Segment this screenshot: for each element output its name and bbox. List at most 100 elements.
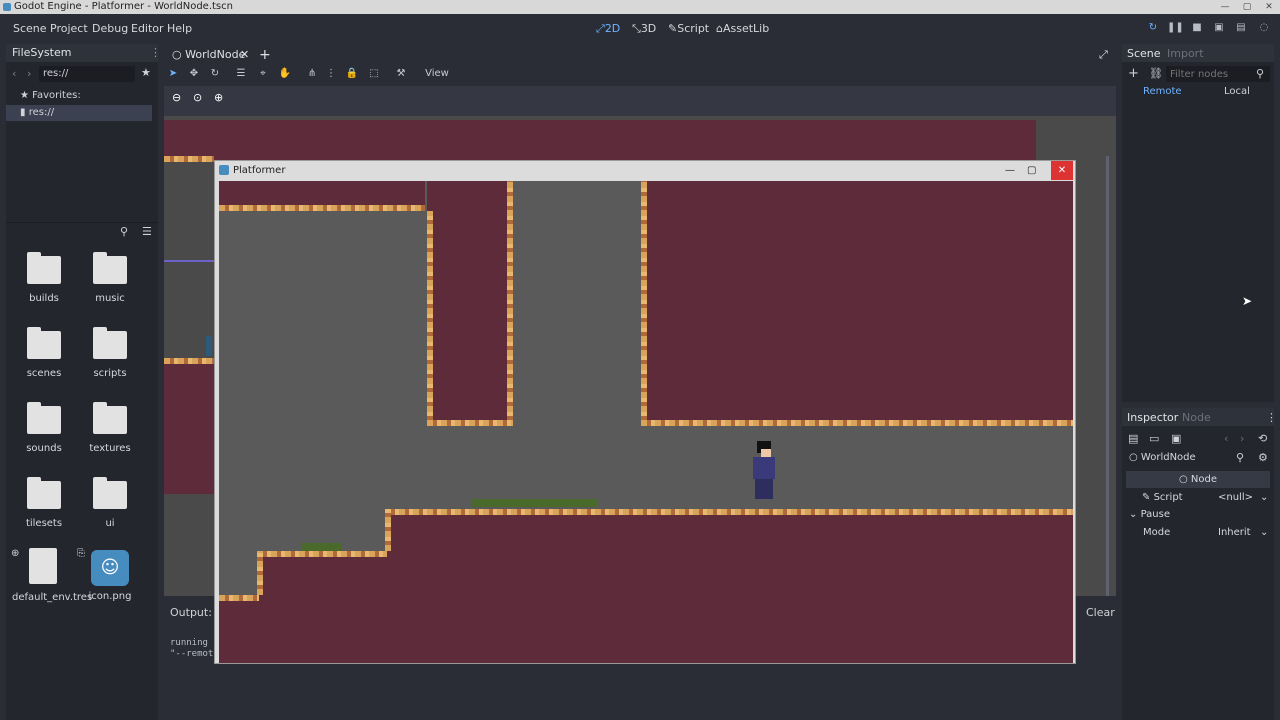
file-search-input[interactable] [8, 225, 118, 241]
folder-icon [27, 327, 61, 359]
tab-import[interactable]: Import [1167, 47, 1204, 60]
rotate-tool-icon[interactable]: ↻ [208, 68, 222, 80]
folder-icon [93, 327, 127, 359]
workspace-script[interactable]: ✎Script [668, 22, 709, 35]
workspace-assetlib[interactable]: ⌂AssetLib [716, 22, 769, 35]
filesystem-tab[interactable]: FileSystem [6, 44, 158, 62]
stop-icon[interactable]: ■ [1189, 22, 1205, 36]
history-forward-icon[interactable]: › [1240, 432, 1244, 445]
mode-select[interactable]: Inherit [1218, 524, 1251, 541]
pause-section[interactable]: ⌄ Pause [1129, 506, 1170, 523]
res-root-item[interactable]: ▮ res:// [6, 105, 152, 121]
dock-menu-icon[interactable]: ⋮ [150, 46, 161, 59]
close-icon[interactable]: ✕ [1051, 161, 1073, 180]
chevron-down-icon[interactable]: ⌄ [1260, 489, 1268, 506]
play-custom-icon[interactable]: ▤ [1233, 22, 1249, 36]
tile-block [219, 595, 259, 663]
node-name: ○ WorldNode [1129, 452, 1196, 463]
view-menu[interactable]: View [422, 68, 452, 80]
tile-edge [257, 551, 387, 557]
open-folder-icon[interactable]: ▭ [1149, 432, 1159, 445]
globe-icon: ⊕ [11, 548, 20, 559]
section-node[interactable]: ○ Node [1126, 471, 1270, 488]
tile-block [385, 509, 1073, 663]
menu-project[interactable]: Project [50, 22, 88, 35]
history-back-icon[interactable]: ‹ [1224, 432, 1228, 445]
play-scene-icon[interactable]: ▣ [1211, 22, 1227, 36]
search-icon[interactable]: ⚲ [120, 225, 128, 238]
scene-tab-worldnode[interactable]: ○ WorldNode [172, 46, 245, 64]
settings-icon[interactable]: ⚙ [1258, 451, 1268, 464]
add-node-icon[interactable]: + [1128, 66, 1139, 81]
menu-help[interactable]: Help [167, 22, 192, 35]
filter-nodes-input[interactable] [1166, 66, 1270, 82]
game-canvas[interactable] [219, 181, 1073, 663]
list-view-icon[interactable]: ☰ [142, 225, 152, 238]
tab-node[interactable]: Node [1182, 411, 1211, 424]
pivot-icon[interactable]: ⌖ [256, 68, 270, 80]
maximize-icon[interactable]: ▢ [1236, 0, 1258, 14]
minimize-icon[interactable]: — [1005, 161, 1015, 180]
menu-scene[interactable]: Scene [13, 22, 47, 35]
snap-icon[interactable]: ⋔ [305, 68, 319, 80]
search-icon[interactable]: ⚲ [1236, 451, 1244, 464]
script-icon: ✎ [668, 22, 678, 35]
vertical-scrollbar[interactable] [1106, 156, 1109, 596]
zoom-reset-icon[interactable]: ⊙ [193, 91, 202, 104]
chevron-down-icon[interactable]: ⌄ [1260, 524, 1268, 541]
script-value[interactable]: <null> [1218, 489, 1253, 506]
path-field[interactable]: res:// [39, 66, 135, 82]
output-label: Output: [170, 606, 212, 619]
remote-tab[interactable]: Remote [1143, 86, 1182, 97]
folder-icon [93, 477, 127, 509]
local-tab[interactable]: Local [1224, 86, 1250, 97]
dock-menu-icon[interactable]: ⋮ [1266, 411, 1277, 424]
snap-options-icon[interactable]: ⋮ [324, 68, 338, 80]
mouse-cursor-icon: ➤ [1242, 294, 1253, 308]
game-window-titlebar: Platformer — ▢ ✕ [215, 161, 1075, 180]
tab-inspector[interactable]: Inspector [1127, 411, 1178, 424]
tile-edge [507, 181, 513, 426]
zoom-out-icon[interactable]: ⊖ [172, 91, 181, 104]
background-tiles [164, 120, 1036, 160]
move-tool-icon[interactable]: ✥ [187, 68, 201, 80]
back-icon[interactable]: ‹ [12, 67, 16, 80]
chevron-down-icon: ⌄ [1129, 509, 1138, 520]
link-icon[interactable]: ⛓ [1149, 67, 1163, 80]
grass-patch [471, 499, 597, 507]
tab-scene[interactable]: Scene [1127, 47, 1161, 60]
close-icon[interactable]: ✕ [1258, 0, 1280, 14]
favorites-item[interactable]: ★ Favorites: [6, 88, 152, 104]
pan-tool-icon[interactable]: ✋ [278, 68, 292, 80]
game-window[interactable]: Platformer — ▢ ✕ [214, 160, 1076, 664]
reload-icon[interactable]: ↻ [1145, 22, 1161, 36]
save-icon[interactable]: ▣ [1171, 432, 1181, 445]
fullscreen-icon[interactable]: ⤢ [1099, 46, 1108, 64]
menu-debug[interactable]: Debug [92, 22, 128, 35]
new-resource-icon[interactable]: ▤ [1128, 432, 1138, 445]
scene-dock: Scene Import + ⛓ ⚲ Remote Local [1122, 44, 1274, 402]
workspace-2d[interactable]: ⤢2D [596, 22, 620, 36]
player-body [753, 457, 775, 479]
add-tab-icon[interactable]: + [259, 46, 271, 64]
favorite-star-icon[interactable]: ★ [141, 66, 151, 79]
pause-icon[interactable]: ❚❚ [1167, 22, 1184, 36]
grass-patch [301, 543, 341, 551]
list-select-icon[interactable]: ☰ [234, 68, 248, 80]
clear-button[interactable]: Clear [1086, 606, 1115, 619]
group-icon[interactable]: ⬚ [367, 68, 381, 80]
minimize-icon[interactable]: — [1214, 0, 1236, 14]
maximize-icon[interactable]: ▢ [1027, 161, 1036, 180]
close-tab-icon[interactable]: ✕ [240, 46, 249, 64]
bone-icon[interactable]: ⚒ [394, 68, 408, 80]
workspace-3d[interactable]: ⤡3D [632, 22, 656, 36]
inspector-tabs: Inspector Node ⋮ [1122, 408, 1277, 426]
forward-icon[interactable]: › [27, 67, 31, 80]
file-icon [29, 548, 57, 584]
select-tool-icon[interactable]: ➤ [166, 68, 180, 80]
lock-icon[interactable]: 🔒 [345, 68, 359, 80]
history-icon[interactable]: ⟲ [1258, 432, 1267, 445]
zoom-in-icon[interactable]: ⊕ [214, 91, 223, 104]
menu-editor[interactable]: Editor [131, 22, 164, 35]
log-line: "--remot [170, 649, 214, 659]
